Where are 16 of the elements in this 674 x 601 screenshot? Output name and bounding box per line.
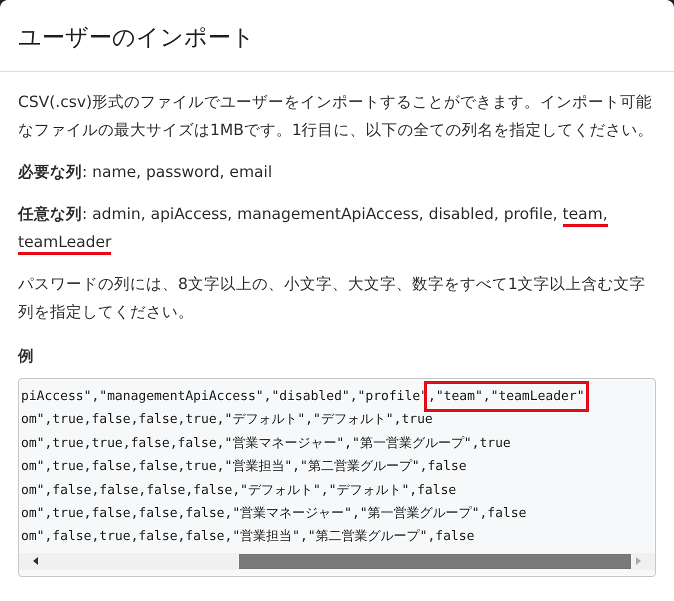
code-line: om",true,false,false,true,"デフォルト","デフォルト",true: [21, 411, 434, 430]
dialog-title: ユーザーのインポート: [18, 24, 256, 53]
example-heading: 例: [18, 346, 35, 367]
code-line: om",true,true,false,false,"営業マネージャー","第一営業グループ",true: [21, 434, 512, 453]
horizontal-scrollbar[interactable]: [19, 552, 655, 570]
code-line: om",false,false,false,false,"デフォルト","デフォルト",false: [21, 482, 458, 500]
code-line: om",true,false,false,true,"営業担当","第二営業グループ",false: [21, 458, 468, 476]
required-columns-text: 必要な列: name, password, email: [18, 162, 274, 183]
scrollbar-thumb[interactable]: [239, 554, 631, 569]
scroll-left-icon[interactable]: [31, 556, 41, 566]
intro-text: CSV(.csv)形式のファイルでユーザーをインポートすることができます。インポート可能なファイルの最大サイズは1MBです。1行目に、以下の全ての列名を指定してください。: [18, 92, 655, 141]
password-note: パスワードの列には、8文字以上の、小文字、大文字、数字をすべて1文字以上含む文字列を指定してください。: [18, 274, 647, 323]
code-line: om",false,true,false,false,"営業担当","第二営業グループ",false: [21, 528, 476, 546]
scroll-right-icon[interactable]: [633, 556, 643, 566]
optional-columns-text: 任意な列: admin, apiAccess, managementApiAccess, disabled, profile, team, teamLeader: [18, 200, 656, 256]
code-line: om",true,false,false,false,"営業マネージャー","第一営業グループ",false: [21, 505, 528, 524]
